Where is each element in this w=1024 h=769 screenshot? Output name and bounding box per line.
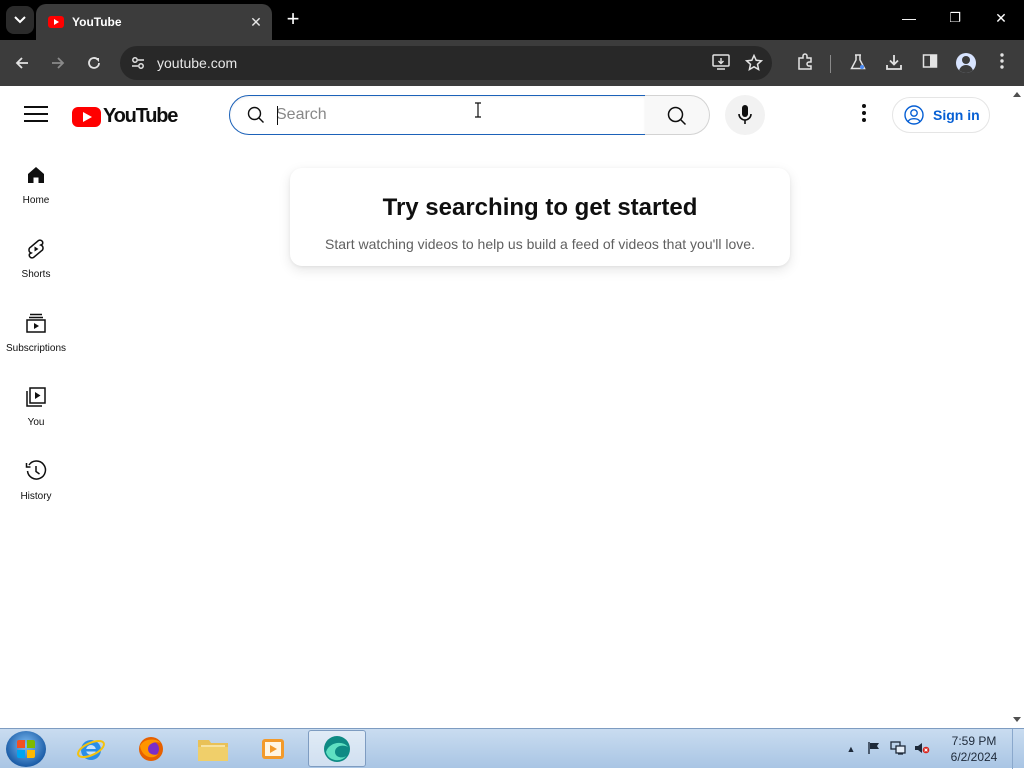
taskbar-browser-app[interactable]	[308, 730, 366, 767]
taskbar-file-explorer[interactable]	[184, 730, 242, 767]
text-caret	[277, 106, 278, 125]
arrow-left-icon	[15, 57, 28, 69]
settings-more-button[interactable]	[852, 102, 876, 126]
account-circle-icon	[904, 105, 924, 125]
you-icon	[26, 387, 46, 407]
site-info-button[interactable]	[128, 53, 148, 73]
page-scrollbar[interactable]	[1010, 86, 1024, 728]
guide-item-subscriptions[interactable]: Subscriptions	[0, 290, 72, 364]
browser-app-icon	[324, 735, 350, 762]
guide-item-label: Home	[22, 195, 50, 206]
network-icon[interactable]	[890, 741, 906, 757]
empty-feed-card: Try searching to get started Start watch…	[290, 168, 790, 266]
youtube-logo[interactable]: YouTube	[72, 105, 178, 128]
taskbar-media-player[interactable]	[244, 730, 302, 767]
guide-menu-button[interactable]	[24, 106, 48, 124]
youtube-logo-text: YouTube	[103, 105, 178, 127]
history-icon	[25, 460, 47, 480]
browser-titlebar: YouTube ✕ + — ❐ ✕	[0, 0, 1024, 40]
side-panel-icon[interactable]	[920, 53, 940, 73]
tab-search-button[interactable]	[6, 6, 34, 34]
media-player-icon	[262, 738, 284, 759]
windows-logo-icon	[17, 740, 35, 758]
guide-item-home[interactable]: Home	[0, 142, 72, 216]
toolbar-separator	[830, 55, 831, 73]
forward-button[interactable]	[47, 52, 69, 74]
action-center-flag-icon[interactable]	[866, 741, 882, 757]
extensions-puzzle-icon[interactable]	[795, 53, 815, 73]
empty-feed-title: Try searching to get started	[382, 194, 698, 221]
shorts-icon	[28, 239, 44, 259]
minimize-button[interactable]: —	[894, 10, 924, 26]
tab-close-icon[interactable]: ✕	[248, 14, 264, 31]
bookmark-star-icon[interactable]	[744, 53, 764, 72]
volume-muted-icon[interactable]	[914, 741, 930, 757]
downloads-icon[interactable]	[884, 53, 904, 73]
address-bar[interactable]: youtube.com	[120, 46, 772, 80]
show-desktop-button[interactable]	[1012, 729, 1024, 769]
youtube-logo-icon	[72, 106, 101, 127]
voice-search-button[interactable]	[725, 95, 765, 135]
chevron-down-icon	[14, 16, 26, 24]
install-app-icon[interactable]	[712, 54, 730, 72]
scroll-down-arrow-icon[interactable]	[1013, 717, 1021, 722]
sign-in-label: Sign in	[933, 107, 980, 123]
youtube-favicon-icon	[48, 16, 64, 28]
firefox-icon	[139, 736, 163, 761]
profile-avatar-icon[interactable]	[956, 53, 976, 73]
start-button[interactable]	[6, 731, 46, 767]
clock-time: 7:59 PM	[951, 734, 997, 748]
browser-menu-icon[interactable]	[992, 53, 1012, 73]
microphone-icon	[738, 105, 752, 124]
arrow-right-icon	[52, 57, 65, 69]
clock-date: 6/2/2024	[950, 750, 998, 764]
guide-item-label: Shorts	[21, 269, 51, 280]
window-close-button[interactable]: ✕	[986, 10, 1016, 27]
guide-item-shorts[interactable]: Shorts	[0, 216, 72, 290]
reload-button[interactable]	[83, 52, 105, 74]
subscriptions-icon	[26, 313, 46, 333]
url-text: youtube.com	[157, 55, 238, 71]
home-icon	[28, 167, 44, 183]
youtube-page: YouTube Sign in Home Shorts	[0, 86, 1024, 728]
guide-item-label: Subscriptions	[5, 343, 67, 354]
search-input[interactable]	[276, 104, 626, 126]
masthead: YouTube Sign in	[0, 86, 1010, 142]
restore-button[interactable]: ❐	[940, 10, 970, 26]
guide-item-history[interactable]: History	[0, 438, 72, 512]
search-icon	[667, 106, 687, 126]
search-box[interactable]	[229, 95, 646, 135]
labs-flask-icon[interactable]	[848, 53, 868, 73]
system-clock[interactable]: 7:59 PM 6/2/2024	[944, 733, 1004, 765]
guide-item-label: You	[27, 417, 45, 428]
taskbar-firefox[interactable]	[122, 730, 180, 767]
reload-icon	[88, 57, 100, 69]
new-tab-button[interactable]: +	[282, 8, 304, 32]
show-hidden-icons-button[interactable]: ▲	[843, 741, 859, 757]
back-button[interactable]	[11, 52, 33, 74]
tune-icon	[132, 57, 144, 69]
windows-taskbar: ▲ 7:59 PM 6/2/2024	[0, 728, 1024, 769]
folder-icon	[198, 739, 228, 761]
guide-item-label: History	[20, 491, 52, 502]
internet-explorer-icon	[77, 739, 105, 760]
scroll-up-arrow-icon[interactable]	[1013, 92, 1021, 97]
text-cursor-icon	[475, 102, 481, 118]
taskbar-internet-explorer[interactable]	[62, 730, 120, 767]
empty-feed-subtitle: Start watching videos to help us build a…	[325, 236, 755, 252]
browser-toolbar: youtube.com	[0, 40, 1024, 86]
search-icon	[247, 106, 264, 123]
search-button[interactable]	[645, 95, 710, 135]
browser-tab-youtube[interactable]: YouTube ✕	[36, 4, 272, 40]
sign-in-button[interactable]: Sign in	[892, 97, 990, 133]
tab-title: YouTube	[72, 15, 122, 29]
guide-item-you[interactable]: You	[0, 364, 72, 438]
